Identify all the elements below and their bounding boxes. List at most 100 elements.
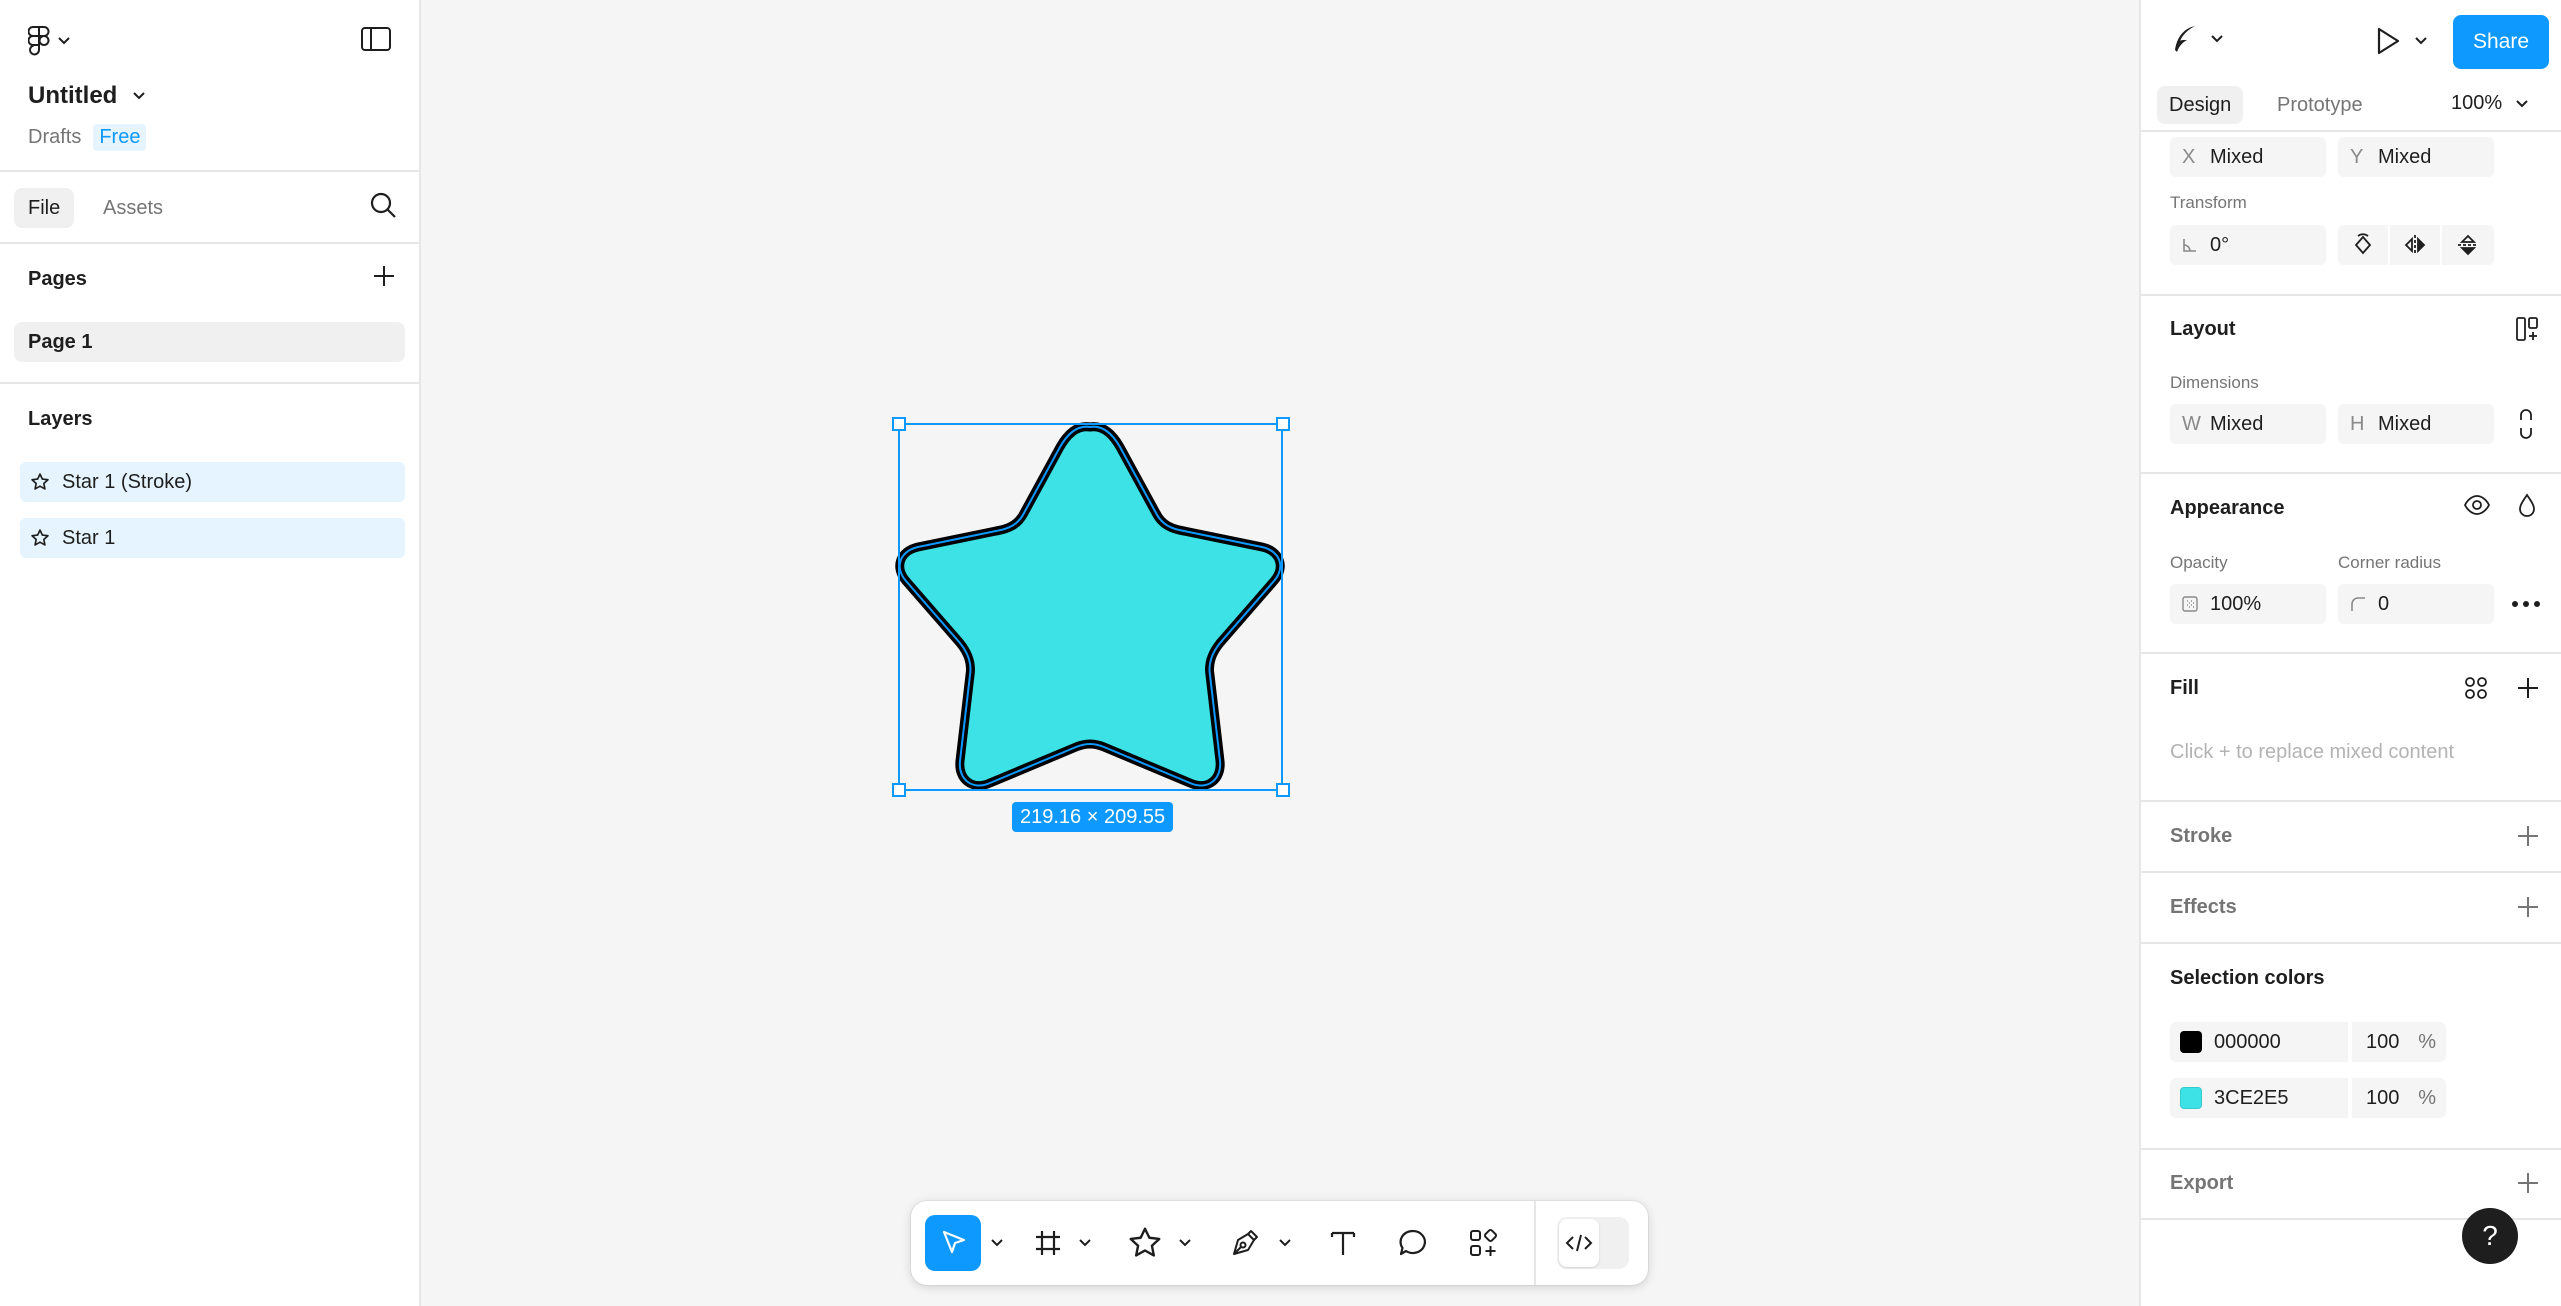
layer-row[interactable]: Star 1 (Stroke) [20, 462, 405, 502]
x-prefix: X [2182, 145, 2196, 168]
pen-tool-menu[interactable] [1275, 1215, 1295, 1271]
width-field[interactable]: W Mixed [2170, 404, 2326, 444]
percent-unit: % [2418, 1030, 2436, 1053]
help-button[interactable]: ? [2462, 1208, 2518, 1264]
code-icon [1559, 1219, 1599, 1267]
move-tool-menu[interactable] [987, 1215, 1007, 1271]
corner-radius-field[interactable]: 0 [2338, 584, 2494, 624]
x-position-field[interactable]: X Mixed [2170, 137, 2326, 177]
y-position-field[interactable]: Y Mixed [2338, 137, 2494, 177]
page-item[interactable]: Page 1 [14, 322, 405, 362]
color-opacity-field[interactable]: 100 % [2352, 1078, 2446, 1118]
add-stroke-icon[interactable] [2516, 824, 2540, 848]
divider [2141, 800, 2561, 802]
height-field[interactable]: H Mixed [2338, 404, 2494, 444]
comment-tool-button[interactable] [1387, 1215, 1439, 1271]
percent-unit: % [2418, 1086, 2436, 1109]
resize-handle-bottom-right[interactable] [1276, 783, 1290, 797]
layer-label: Star 1 (Stroke) [62, 470, 193, 493]
height-value: Mixed [2378, 412, 2432, 435]
color-hex-field[interactable]: 000000 [2170, 1022, 2348, 1062]
comment-icon [1397, 1227, 1429, 1259]
dimension-badge: 219.16 × 209.55 [1012, 802, 1174, 832]
opacity-icon [2182, 596, 2210, 612]
flip-vertical-icon [2457, 233, 2479, 257]
resize-handle-top-left[interactable] [892, 417, 906, 431]
divider [0, 382, 419, 384]
share-button[interactable]: Share [2453, 15, 2549, 69]
chevron-down-icon [2415, 37, 2427, 45]
dimensions-label: Dimensions [2170, 373, 2259, 392]
color-opacity: 100 [2366, 1086, 2400, 1109]
flip-vertical-button[interactable] [2442, 225, 2494, 265]
zoom-control[interactable]: 100% [2451, 92, 2528, 115]
constrain-proportions-icon[interactable] [2517, 408, 2535, 440]
rotate-icon [2352, 233, 2374, 257]
shape-tool-menu[interactable] [1175, 1215, 1195, 1271]
dev-mode-toggle[interactable] [1557, 1217, 1629, 1269]
auto-layout-icon[interactable] [2515, 316, 2541, 342]
selection-color-row[interactable]: 3CE2E5 100 % [2170, 1078, 2446, 1118]
pen-tool-button[interactable] [1219, 1215, 1271, 1271]
color-swatch[interactable] [2180, 1031, 2202, 1053]
pen-icon [1229, 1227, 1261, 1259]
transform-label: Transform [2170, 193, 2247, 212]
file-title[interactable]: Untitled [28, 82, 146, 110]
tab-design[interactable]: Design [2157, 86, 2244, 124]
selection-colors-title: Selection colors [2170, 967, 2325, 989]
file-header: Untitled Drafts Free [0, 0, 419, 172]
present-button[interactable] [2375, 26, 2427, 56]
user-menu-button[interactable] [2171, 24, 2223, 54]
w-prefix: W [2182, 412, 2201, 435]
stroke-title: Stroke [2170, 825, 2233, 847]
chevron-down-icon [1079, 1239, 1091, 1247]
tab-file[interactable]: File [14, 188, 75, 228]
rotation-field[interactable]: 0° [2170, 225, 2326, 265]
move-tool-button[interactable] [925, 1215, 981, 1271]
rotate-90-button[interactable] [2338, 225, 2388, 265]
tab-prototype[interactable]: Prototype [2265, 86, 2375, 124]
main-menu-button[interactable] [28, 24, 70, 58]
tab-assets[interactable]: Assets [89, 188, 177, 228]
star-icon [20, 528, 62, 548]
color-hex-field[interactable]: 3CE2E5 [2170, 1078, 2348, 1118]
angle-icon [2182, 237, 2210, 253]
layer-row[interactable]: Star 1 [20, 518, 405, 558]
resize-handle-top-right[interactable] [1276, 417, 1290, 431]
add-page-icon[interactable] [372, 264, 396, 288]
eye-icon[interactable] [2463, 494, 2491, 516]
zoom-value: 100% [2451, 92, 2503, 114]
styles-grid-icon[interactable] [2464, 676, 2488, 700]
drafts-link[interactable]: Drafts [28, 126, 81, 149]
figma-logo-icon [28, 26, 50, 56]
more-options-icon[interactable] [2511, 592, 2541, 616]
frame-tool-menu[interactable] [1075, 1215, 1095, 1271]
chevron-down-icon [2516, 99, 2528, 108]
chevron-down-icon [58, 37, 70, 45]
shape-tool-button[interactable] [1119, 1215, 1171, 1271]
layers-title: Layers [28, 408, 93, 430]
opacity-field[interactable]: 100% [2170, 584, 2326, 624]
color-opacity-field[interactable]: 100 % [2352, 1022, 2446, 1062]
resize-handle-bottom-left[interactable] [892, 783, 906, 797]
actions-tool-button[interactable] [1457, 1215, 1509, 1271]
y-value: Mixed [2378, 145, 2432, 168]
add-fill-icon[interactable] [2516, 676, 2540, 700]
text-tool-button[interactable] [1317, 1215, 1369, 1271]
quill-avatar-icon [2171, 24, 2197, 54]
add-effect-icon[interactable] [2516, 895, 2540, 919]
plan-badge[interactable]: Free [93, 124, 147, 151]
frame-tool-button[interactable] [1023, 1215, 1073, 1271]
add-export-icon[interactable] [2516, 1171, 2540, 1195]
sidebar-toggle-icon[interactable] [360, 26, 392, 52]
width-value: Mixed [2210, 412, 2264, 435]
file-meta: Drafts Free [28, 124, 147, 151]
color-swatch[interactable] [2180, 1087, 2202, 1109]
selection-color-row[interactable]: 000000 100 % [2170, 1022, 2446, 1062]
text-icon [1328, 1228, 1358, 1258]
divider [2141, 871, 2561, 873]
divider [2141, 294, 2561, 296]
search-icon[interactable] [368, 190, 398, 220]
flip-horizontal-button[interactable] [2390, 225, 2440, 265]
blend-mode-icon[interactable] [2517, 493, 2537, 519]
